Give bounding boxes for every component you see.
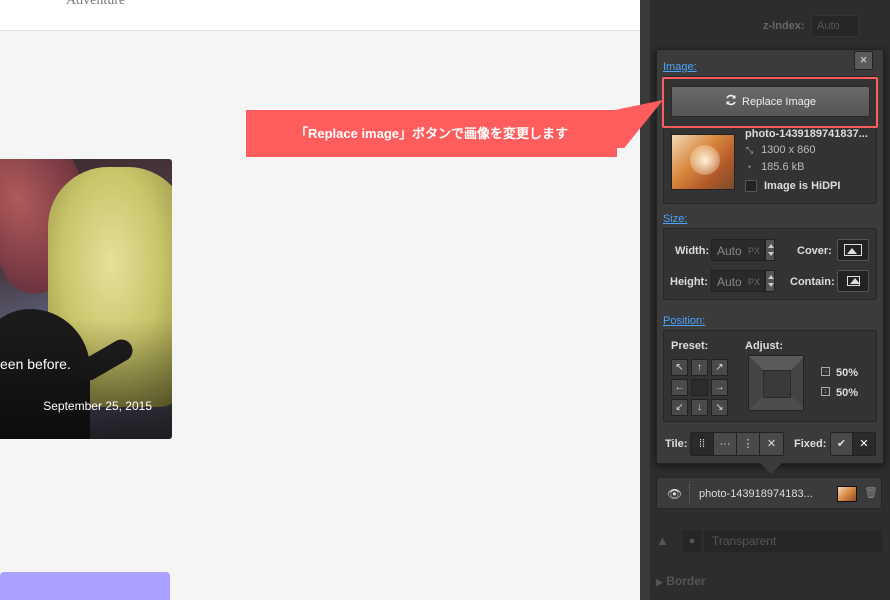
website-canvas: Adventure een before. September 25, 2015: [0, 0, 640, 600]
preset-top-right[interactable]: ↗: [711, 359, 728, 376]
tile-none-button[interactable]: ✕: [760, 433, 783, 455]
layer-name: photo-143918974183...: [699, 488, 813, 500]
cover-icon[interactable]: [837, 239, 869, 261]
popup-pointer: [760, 463, 782, 474]
preset-top[interactable]: ↑: [691, 359, 708, 376]
tile-horizontal-button[interactable]: ···: [714, 433, 737, 455]
drag-handle[interactable]: [689, 484, 690, 504]
nav-link-adventure[interactable]: Adventure: [66, 0, 125, 9]
background-color-field[interactable]: Transparent: [704, 530, 882, 552]
next-post-card[interactable]: [0, 572, 170, 600]
position-section-label[interactable]: Position:: [663, 315, 705, 327]
x-offset-icon: →: [821, 367, 830, 376]
card-date: September 25, 2015: [43, 399, 152, 413]
preset-bottom-left[interactable]: ↙: [671, 399, 688, 416]
card-shade: [0, 319, 172, 439]
paint-bucket-icon: ▲: [656, 533, 669, 548]
fixed-options: ✔ ✕: [830, 432, 876, 456]
chevron-right-icon: ▶: [656, 577, 663, 587]
width-input[interactable]: Auto PX: [711, 239, 765, 261]
size-section-label[interactable]: Size:: [663, 213, 687, 225]
image-file-size: 185.6 kB: [761, 161, 805, 173]
zindex-input[interactable]: Auto: [811, 15, 859, 37]
height-label: Height:: [670, 276, 708, 288]
width-unit: PX: [748, 246, 761, 256]
color-drop-icon[interactable]: ●: [682, 530, 702, 552]
tile-vertical-button[interactable]: ⋮: [737, 433, 760, 455]
post-card[interactable]: een before. September 25, 2015: [0, 159, 172, 439]
height-spinner[interactable]: [765, 270, 775, 292]
image-dimensions: 1300 x 860: [761, 144, 816, 156]
x-percent-value[interactable]: 50%: [836, 367, 858, 379]
preset-label: Preset:: [671, 340, 709, 352]
tile-label: Tile:: [665, 438, 688, 450]
contain-icon[interactable]: [837, 270, 869, 292]
border-section-header[interactable]: ▶ Border: [656, 574, 882, 594]
adjust-label: Adjust:: [745, 340, 783, 352]
image-file-name: photo-1439189741837...: [745, 128, 868, 140]
site-header: Adventure: [0, 0, 640, 31]
resize-icon: ⤡: [746, 145, 754, 155]
height-unit: PX: [748, 277, 761, 287]
gauge-icon: ◔: [746, 162, 752, 172]
background-layer-row[interactable]: 👁 photo-143918974183... 🗑: [656, 477, 882, 509]
width-label: Width:: [675, 245, 710, 257]
preset-right[interactable]: →: [711, 379, 728, 396]
layer-thumbnail: [837, 486, 857, 502]
filesize-row: ◔ 185.6 kB: [746, 161, 804, 173]
close-popup-button[interactable]: ×: [854, 51, 873, 70]
annotation-callout: 「Replace image」ボタンで画像を変更します: [246, 110, 617, 157]
dimensions-row: ⤡ 1300 x 860: [746, 144, 816, 156]
preset-bottom[interactable]: ↓: [691, 399, 708, 416]
border-label: Border: [666, 574, 706, 588]
y-percent-value[interactable]: 50%: [836, 387, 858, 399]
height-input[interactable]: Auto PX: [711, 270, 765, 292]
hidpi-label: Image is HiDPI: [764, 180, 841, 192]
preset-top-left[interactable]: ↖: [671, 359, 688, 376]
zindex-label: z-Index:: [763, 20, 805, 32]
image-section-label[interactable]: Image:: [663, 61, 697, 73]
tile-both-button[interactable]: ⁞⁞: [691, 433, 714, 455]
eye-icon[interactable]: 👁: [667, 487, 682, 501]
tile-options: ⁞⁞ ··· ⋮ ✕: [690, 432, 784, 456]
width-value: Auto: [717, 244, 742, 258]
fixed-on-button[interactable]: ✔: [831, 433, 853, 455]
contain-label: Contain:: [790, 276, 835, 288]
preset-left[interactable]: ←: [671, 379, 688, 396]
height-value: Auto: [717, 275, 742, 289]
replace-image-highlight: [662, 77, 878, 128]
card-excerpt: een before.: [0, 356, 71, 372]
position-adjust-pad[interactable]: [748, 355, 804, 411]
y-offset-icon: ↓: [821, 387, 830, 396]
preset-center[interactable]: [691, 379, 708, 396]
width-spinner[interactable]: [765, 239, 775, 261]
background-color-row: ▲ ● Transparent: [656, 528, 882, 554]
callout-pointer: [615, 100, 663, 148]
trash-icon[interactable]: 🗑: [864, 486, 878, 500]
fixed-label: Fixed:: [794, 438, 827, 450]
fixed-off-button[interactable]: ✕: [853, 433, 875, 455]
image-thumbnail: [671, 134, 735, 190]
hidpi-checkbox[interactable]: [745, 180, 757, 192]
adjust-center: [763, 370, 791, 398]
cover-label: Cover:: [797, 245, 832, 257]
preset-bottom-right[interactable]: ↘: [711, 399, 728, 416]
